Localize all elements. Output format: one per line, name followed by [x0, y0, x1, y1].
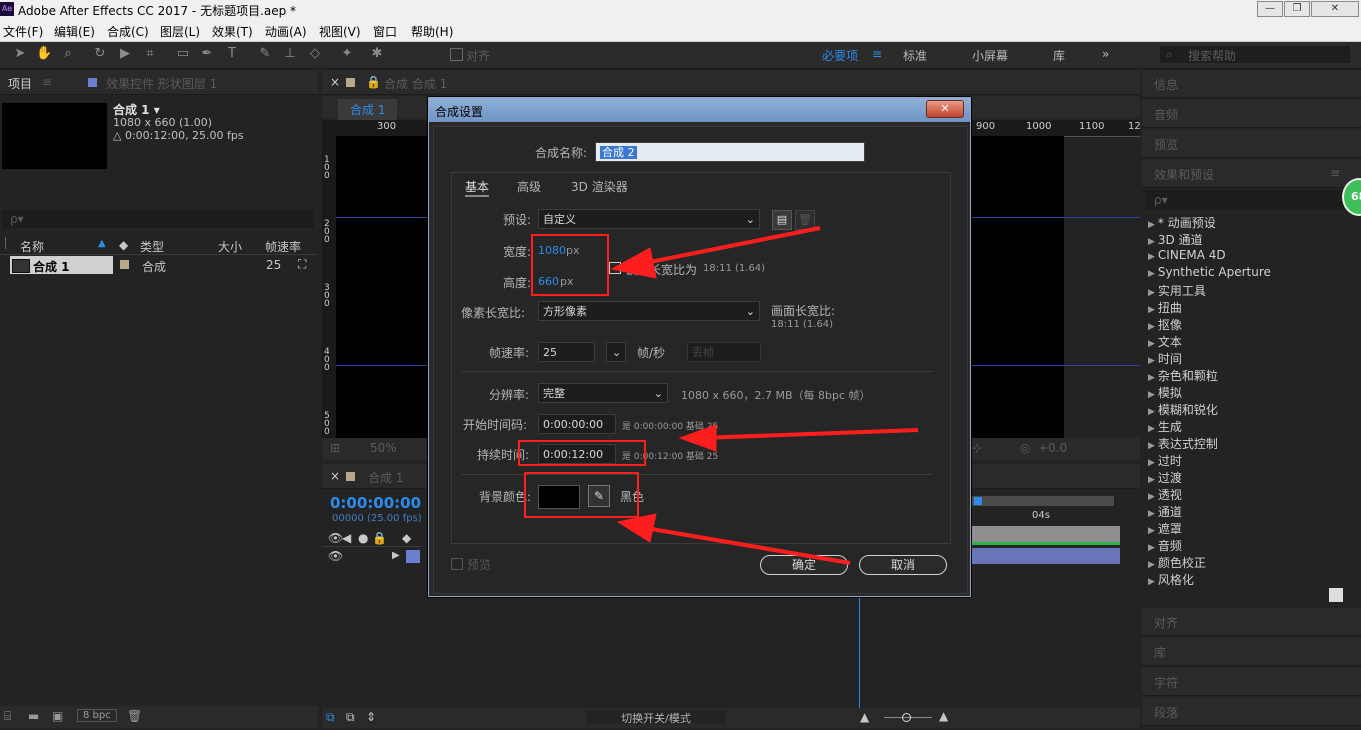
annotation-arrow: [639, 525, 851, 565]
annotation-arrow: [699, 428, 919, 440]
annotation-arrowhead: [616, 513, 657, 543]
annotation-arrows: [610, 226, 919, 565]
annotation-arrow: [629, 226, 821, 268]
annotation-arrowhead: [610, 247, 657, 279]
annotation-arrowhead: [678, 424, 717, 452]
